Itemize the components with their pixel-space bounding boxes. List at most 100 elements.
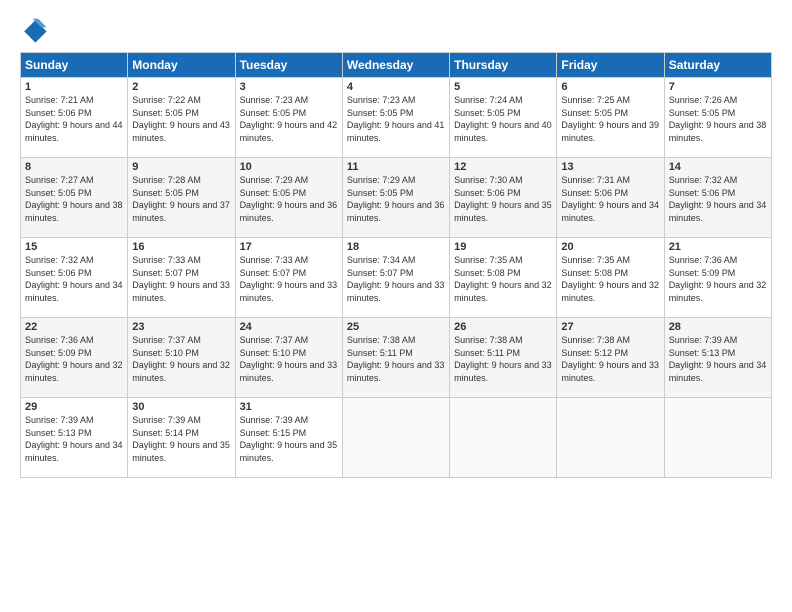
day-number: 28	[669, 321, 767, 333]
day-number: 15	[25, 241, 123, 253]
calendar-cell	[450, 398, 557, 478]
calendar-cell: 22 Sunrise: 7:36 AMSunset: 5:09 PMDayligh…	[21, 318, 128, 398]
calendar-cell: 4 Sunrise: 7:23 AMSunset: 5:05 PMDaylight…	[342, 78, 449, 158]
day-number: 5	[454, 81, 552, 93]
day-number: 3	[240, 81, 338, 93]
cell-sunrise: Sunrise: 7:23 AMSunset: 5:05 PMDaylight:…	[347, 95, 445, 143]
calendar-cell: 12 Sunrise: 7:30 AMSunset: 5:06 PMDayligh…	[450, 158, 557, 238]
calendar-cell: 25 Sunrise: 7:38 AMSunset: 5:11 PMDayligh…	[342, 318, 449, 398]
calendar-cell: 16 Sunrise: 7:33 AMSunset: 5:07 PMDayligh…	[128, 238, 235, 318]
cell-sunrise: Sunrise: 7:39 AMSunset: 5:14 PMDaylight:…	[132, 415, 230, 463]
calendar-cell: 7 Sunrise: 7:26 AMSunset: 5:05 PMDaylight…	[664, 78, 771, 158]
day-number: 6	[561, 81, 659, 93]
calendar-cell: 6 Sunrise: 7:25 AMSunset: 5:05 PMDaylight…	[557, 78, 664, 158]
cell-sunrise: Sunrise: 7:37 AMSunset: 5:10 PMDaylight:…	[240, 335, 338, 383]
cell-sunrise: Sunrise: 7:39 AMSunset: 5:13 PMDaylight:…	[669, 335, 767, 383]
cell-sunrise: Sunrise: 7:32 AMSunset: 5:06 PMDaylight:…	[25, 255, 123, 303]
calendar-cell	[664, 398, 771, 478]
day-number: 17	[240, 241, 338, 253]
calendar-cell: 24Sunrise: 7:37 AMSunset: 5:10 PMDayligh…	[235, 318, 342, 398]
day-number: 7	[669, 81, 767, 93]
calendar-cell: 18 Sunrise: 7:34 AMSunset: 5:07 PMDayligh…	[342, 238, 449, 318]
calendar-cell: 20 Sunrise: 7:35 AMSunset: 5:08 PMDayligh…	[557, 238, 664, 318]
calendar-cell: 9 Sunrise: 7:28 AMSunset: 5:05 PMDaylight…	[128, 158, 235, 238]
calendar-cell: 13 Sunrise: 7:31 AMSunset: 5:06 PMDayligh…	[557, 158, 664, 238]
cell-sunrise: Sunrise: 7:33 AMSunset: 5:07 PMDaylight:…	[132, 255, 230, 303]
cell-sunrise: Sunrise: 7:24 AMSunset: 5:05 PMDaylight:…	[454, 95, 552, 143]
cell-sunrise: Sunrise: 7:26 AMSunset: 5:05 PMDaylight:…	[669, 95, 767, 143]
calendar-cell: 8Sunrise: 7:27 AMSunset: 5:05 PMDaylight…	[21, 158, 128, 238]
cell-sunrise: Sunrise: 7:35 AMSunset: 5:08 PMDaylight:…	[561, 255, 659, 303]
day-number: 2	[132, 81, 230, 93]
day-header-tuesday: Tuesday	[235, 53, 342, 78]
cell-sunrise: Sunrise: 7:33 AMSunset: 5:07 PMDaylight:…	[240, 255, 338, 303]
week-row-3: 15 Sunrise: 7:32 AMSunset: 5:06 PMDayligh…	[21, 238, 772, 318]
day-number: 14	[669, 161, 767, 173]
week-row-5: 29 Sunrise: 7:39 AMSunset: 5:13 PMDayligh…	[21, 398, 772, 478]
cell-sunrise: Sunrise: 7:38 AMSunset: 5:11 PMDaylight:…	[347, 335, 445, 383]
header-row-days: SundayMondayTuesdayWednesdayThursdayFrid…	[21, 53, 772, 78]
calendar-cell: 28 Sunrise: 7:39 AMSunset: 5:13 PMDayligh…	[664, 318, 771, 398]
day-number: 30	[132, 401, 230, 413]
calendar-table: SundayMondayTuesdayWednesdayThursdayFrid…	[20, 52, 772, 478]
day-number: 21	[669, 241, 767, 253]
cell-sunrise: Sunrise: 7:23 AMSunset: 5:05 PMDaylight:…	[240, 95, 338, 143]
cell-sunrise: Sunrise: 7:30 AMSunset: 5:06 PMDaylight:…	[454, 175, 552, 223]
cell-sunrise: Sunrise: 7:31 AMSunset: 5:06 PMDaylight:…	[561, 175, 659, 223]
day-number: 20	[561, 241, 659, 253]
day-number: 13	[561, 161, 659, 173]
cell-sunrise: Sunrise: 7:38 AMSunset: 5:12 PMDaylight:…	[561, 335, 659, 383]
header-row	[20, 16, 772, 44]
calendar-cell: 27Sunrise: 7:38 AMSunset: 5:12 PMDayligh…	[557, 318, 664, 398]
cell-sunrise: Sunrise: 7:35 AMSunset: 5:08 PMDaylight:…	[454, 255, 552, 303]
day-header-sunday: Sunday	[21, 53, 128, 78]
logo-icon	[20, 16, 48, 44]
day-header-friday: Friday	[557, 53, 664, 78]
cell-sunrise: Sunrise: 7:38 AMSunset: 5:11 PMDaylight:…	[454, 335, 552, 383]
cell-sunrise: Sunrise: 7:39 AMSunset: 5:13 PMDaylight:…	[25, 415, 123, 463]
day-number: 23	[132, 321, 230, 333]
week-row-4: 22 Sunrise: 7:36 AMSunset: 5:09 PMDayligh…	[21, 318, 772, 398]
week-row-1: 1 Sunrise: 7:21 AMSunset: 5:06 PMDaylight…	[21, 78, 772, 158]
day-number: 19	[454, 241, 552, 253]
calendar-cell: 26 Sunrise: 7:38 AMSunset: 5:11 PMDayligh…	[450, 318, 557, 398]
cell-sunrise: Sunrise: 7:25 AMSunset: 5:05 PMDaylight:…	[561, 95, 659, 143]
day-number: 18	[347, 241, 445, 253]
day-number: 16	[132, 241, 230, 253]
cell-sunrise: Sunrise: 7:29 AMSunset: 5:05 PMDaylight:…	[347, 175, 445, 223]
day-number: 26	[454, 321, 552, 333]
calendar-cell: 11 Sunrise: 7:29 AMSunset: 5:05 PMDayligh…	[342, 158, 449, 238]
cell-sunrise: Sunrise: 7:36 AMSunset: 5:09 PMDaylight:…	[25, 335, 123, 383]
day-header-saturday: Saturday	[664, 53, 771, 78]
day-header-monday: Monday	[128, 53, 235, 78]
day-number: 9	[132, 161, 230, 173]
cell-sunrise: Sunrise: 7:28 AMSunset: 5:05 PMDaylight:…	[132, 175, 230, 223]
day-number: 29	[25, 401, 123, 413]
calendar-cell	[557, 398, 664, 478]
day-number: 25	[347, 321, 445, 333]
logo	[20, 16, 52, 44]
day-number: 8	[25, 161, 123, 173]
cell-sunrise: Sunrise: 7:21 AMSunset: 5:06 PMDaylight:…	[25, 95, 123, 143]
cell-sunrise: Sunrise: 7:34 AMSunset: 5:07 PMDaylight:…	[347, 255, 445, 303]
calendar-cell: 21 Sunrise: 7:36 AMSunset: 5:09 PMDayligh…	[664, 238, 771, 318]
cell-sunrise: Sunrise: 7:36 AMSunset: 5:09 PMDaylight:…	[669, 255, 767, 303]
calendar-cell: 17 Sunrise: 7:33 AMSunset: 5:07 PMDayligh…	[235, 238, 342, 318]
calendar-cell: 1 Sunrise: 7:21 AMSunset: 5:06 PMDaylight…	[21, 78, 128, 158]
day-number: 4	[347, 81, 445, 93]
day-number: 22	[25, 321, 123, 333]
calendar-cell: 2 Sunrise: 7:22 AMSunset: 5:05 PMDaylight…	[128, 78, 235, 158]
week-row-2: 8Sunrise: 7:27 AMSunset: 5:05 PMDaylight…	[21, 158, 772, 238]
calendar-cell: 5 Sunrise: 7:24 AMSunset: 5:05 PMDaylight…	[450, 78, 557, 158]
calendar-cell: 30 Sunrise: 7:39 AMSunset: 5:14 PMDayligh…	[128, 398, 235, 478]
day-number: 31	[240, 401, 338, 413]
day-number: 12	[454, 161, 552, 173]
day-number: 1	[25, 81, 123, 93]
calendar-cell	[342, 398, 449, 478]
day-number: 10	[240, 161, 338, 173]
calendar-cell: 23Sunrise: 7:37 AMSunset: 5:10 PMDayligh…	[128, 318, 235, 398]
cell-sunrise: Sunrise: 7:32 AMSunset: 5:06 PMDaylight:…	[669, 175, 767, 223]
day-number: 11	[347, 161, 445, 173]
calendar-cell: 19 Sunrise: 7:35 AMSunset: 5:08 PMDayligh…	[450, 238, 557, 318]
cell-sunrise: Sunrise: 7:22 AMSunset: 5:05 PMDaylight:…	[132, 95, 230, 143]
